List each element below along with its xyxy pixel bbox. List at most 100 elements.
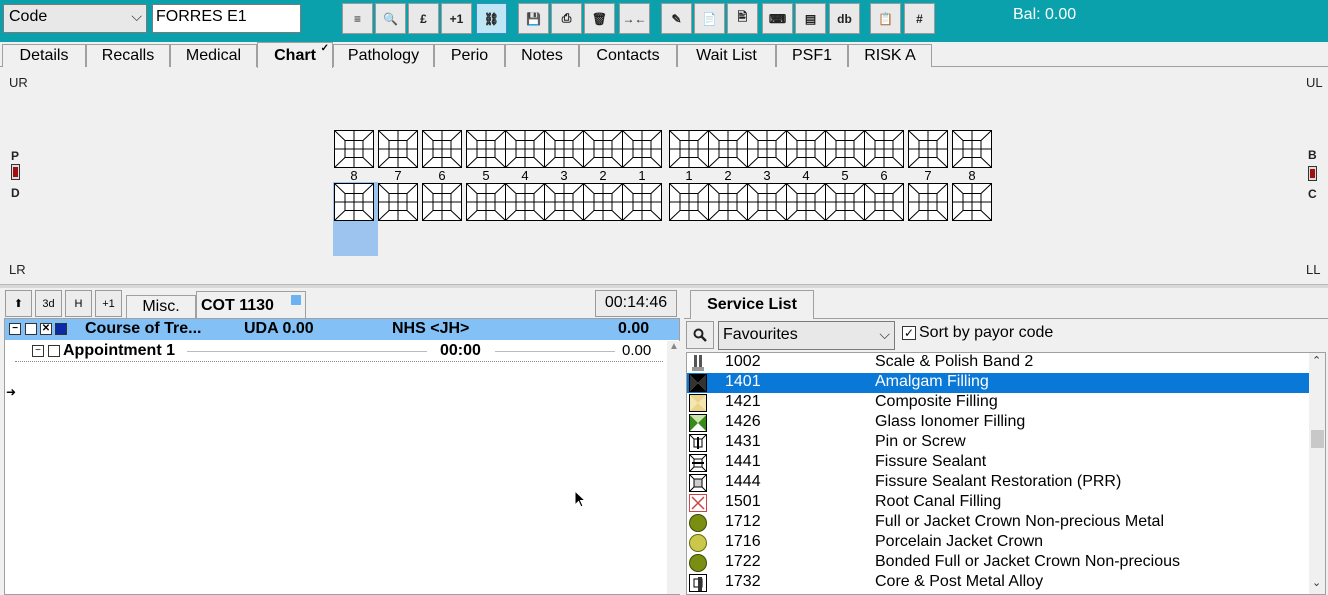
service-row-1722[interactable]: 1722 Bonded Full or Jacket Crown Non-prec… bbox=[687, 553, 1309, 573]
tooth-upper-right-1[interactable] bbox=[622, 130, 662, 168]
tooth-lower-right-5[interactable] bbox=[466, 183, 506, 221]
keyboard-icon[interactable]: ⌨ bbox=[762, 3, 793, 34]
cot-scrollbar[interactable]: ▲ bbox=[667, 341, 681, 594]
tooth-upper-left-5[interactable] bbox=[825, 130, 865, 168]
tab-notes[interactable]: Notes bbox=[505, 44, 579, 67]
sort-by-payor-checkbox[interactable]: ✓ bbox=[902, 326, 916, 340]
left-indicator-icon[interactable] bbox=[11, 164, 20, 180]
tooth-upper-right-6[interactable] bbox=[422, 130, 462, 168]
tooth-lower-left-3[interactable] bbox=[747, 183, 787, 221]
3d-button[interactable]: 3d bbox=[35, 290, 62, 317]
tooth-lower-right-1[interactable] bbox=[622, 183, 662, 221]
move-up-button[interactable]: ⬆ bbox=[5, 290, 32, 317]
service-row-1444[interactable]: 1444 Fissure Sealant Restoration (PRR) bbox=[687, 473, 1309, 493]
save-icon[interactable]: 💾 bbox=[518, 3, 549, 34]
tooth-upper-right-5[interactable] bbox=[466, 130, 506, 168]
course-row[interactable]: − ✕ Course of Tre... UDA 0.00 NHS <JH> 0… bbox=[5, 319, 679, 340]
right-indicator-icon[interactable] bbox=[1308, 166, 1317, 181]
tab-service-list[interactable]: Service List bbox=[690, 290, 814, 319]
service-row-1501[interactable]: 1501 Root Canal Filling bbox=[687, 493, 1309, 513]
tooth-upper-left-8[interactable] bbox=[952, 130, 992, 168]
tab-pathology[interactable]: Pathology bbox=[333, 44, 434, 67]
tab-details[interactable]: Details bbox=[2, 44, 86, 67]
service-search-button[interactable] bbox=[686, 321, 714, 349]
service-row-1716[interactable]: 1716 Porcelain Jacket Crown bbox=[687, 533, 1309, 553]
service-row-1002[interactable]: 1002 Scale & Polish Band 2 bbox=[687, 353, 1309, 373]
align-left-icon[interactable]: ≡ bbox=[342, 3, 373, 34]
appointment-collapse-icon[interactable]: − bbox=[32, 345, 44, 357]
patient-field[interactable]: FORRES E1 bbox=[152, 4, 301, 33]
tooth-lower-left-2[interactable] bbox=[708, 183, 748, 221]
print-icon[interactable]: ⎙ bbox=[551, 3, 582, 34]
service-scrollbar[interactable]: ⌃ ⌄ bbox=[1309, 353, 1325, 594]
collapse-icon[interactable]: →← bbox=[619, 3, 650, 34]
tooth-upper-left-1[interactable] bbox=[669, 130, 709, 168]
tooth-upper-left-2[interactable] bbox=[708, 130, 748, 168]
tab-perio[interactable]: Perio bbox=[434, 44, 505, 67]
document-icon[interactable]: 📄 bbox=[694, 3, 725, 34]
pound-icon[interactable]: £ bbox=[408, 3, 439, 34]
note-icon[interactable]: ▤ bbox=[795, 3, 826, 34]
tab-psf1[interactable]: PSF1 bbox=[776, 44, 848, 67]
link-icon[interactable]: ⛓ bbox=[476, 3, 507, 34]
service-row-1431[interactable]: 1431 Pin or Screw bbox=[687, 433, 1309, 453]
code-select[interactable]: Code ⌵ bbox=[3, 4, 147, 33]
tab-recalls[interactable]: Recalls bbox=[86, 44, 170, 67]
tooth-lower-left-7[interactable] bbox=[908, 183, 948, 221]
plus-one-button[interactable]: +1 bbox=[441, 3, 472, 34]
scroll-down-icon[interactable]: ⌄ bbox=[1312, 576, 1321, 589]
appointment-row[interactable]: − Appointment 1 00:00 0.00 bbox=[15, 341, 663, 362]
scroll-up-icon[interactable]: ▲ bbox=[669, 341, 679, 352]
tab-chart[interactable]: Chart ✓ bbox=[257, 42, 333, 68]
tooth-lower-right-2[interactable] bbox=[583, 183, 623, 221]
search-icon[interactable]: 🔍 bbox=[375, 3, 406, 34]
tooth-upper-left-3[interactable] bbox=[747, 130, 787, 168]
service-row-1401[interactable]: 1401 Amalgam Filling bbox=[687, 373, 1309, 393]
scan-icon[interactable]: 🖹 bbox=[727, 3, 758, 34]
tooth-lower-left-5[interactable] bbox=[825, 183, 865, 221]
service-row-1732[interactable]: 1732 Core & Post Metal Alloy bbox=[687, 573, 1309, 593]
plus-one-button[interactable]: +1 bbox=[95, 290, 122, 317]
tooth-upper-right-8[interactable] bbox=[334, 130, 374, 168]
tab-medical[interactable]: Medical bbox=[170, 44, 257, 67]
appointment-checkbox[interactable] bbox=[48, 345, 60, 357]
delete-icon[interactable]: 🗑 bbox=[584, 3, 615, 34]
service-filter-value: Favourites bbox=[723, 326, 798, 343]
tooth-lower-left-1[interactable] bbox=[669, 183, 709, 221]
scroll-up-icon[interactable]: ⌃ bbox=[1312, 354, 1321, 367]
database-icon[interactable]: db bbox=[829, 3, 860, 34]
course-checkbox[interactable] bbox=[25, 323, 37, 335]
tab-cot[interactable]: COT 1130 bbox=[196, 291, 306, 319]
grid-icon[interactable]: # bbox=[904, 3, 935, 34]
tooth-lower-right-8[interactable] bbox=[334, 183, 374, 221]
tab-contacts[interactable]: Contacts bbox=[579, 44, 677, 67]
service-row-1712[interactable]: 1712 Full or Jacket Crown Non-precious Me… bbox=[687, 513, 1309, 533]
tab-risk-a[interactable]: RISK A bbox=[848, 44, 932, 67]
service-row-1441[interactable]: 1441 Fissure Sealant bbox=[687, 453, 1309, 473]
new-document-icon[interactable]: 📋 bbox=[870, 3, 901, 34]
tooth-upper-left-4[interactable] bbox=[786, 130, 826, 168]
tooth-upper-right-7[interactable] bbox=[378, 130, 418, 168]
course-collapse-icon[interactable]: − bbox=[9, 323, 21, 335]
tooth-lower-right-3[interactable] bbox=[544, 183, 584, 221]
tooth-upper-right-4[interactable] bbox=[505, 130, 545, 168]
tab-wait-list[interactable]: Wait List bbox=[677, 44, 776, 67]
tooth-lower-right-7[interactable] bbox=[378, 183, 418, 221]
service-row-1421[interactable]: 1421 Composite Filling bbox=[687, 393, 1309, 413]
tooth-upper-left-7[interactable] bbox=[908, 130, 948, 168]
tooth-upper-right-3[interactable] bbox=[544, 130, 584, 168]
tooth-lower-right-6[interactable] bbox=[422, 183, 462, 221]
tooth-lower-left-4[interactable] bbox=[786, 183, 826, 221]
scroll-thumb[interactable] bbox=[1311, 430, 1324, 448]
tab-misc[interactable]: Misc. bbox=[126, 295, 196, 318]
service-row-1426[interactable]: 1426 Glass Ionomer Filling bbox=[687, 413, 1309, 433]
tooth-lower-right-4[interactable] bbox=[505, 183, 545, 221]
tooth-lower-left-8[interactable] bbox=[952, 183, 992, 221]
service-filter-select[interactable]: Favourites ⌵ bbox=[718, 321, 895, 350]
course-cross-checkbox[interactable]: ✕ bbox=[40, 323, 52, 335]
tooth-upper-right-2[interactable] bbox=[583, 130, 623, 168]
h-button[interactable]: H bbox=[65, 290, 92, 317]
tooth-lower-left-6[interactable] bbox=[864, 183, 904, 221]
tooth-upper-left-6[interactable] bbox=[864, 130, 904, 168]
pen-icon[interactable]: ✎ bbox=[661, 3, 692, 34]
